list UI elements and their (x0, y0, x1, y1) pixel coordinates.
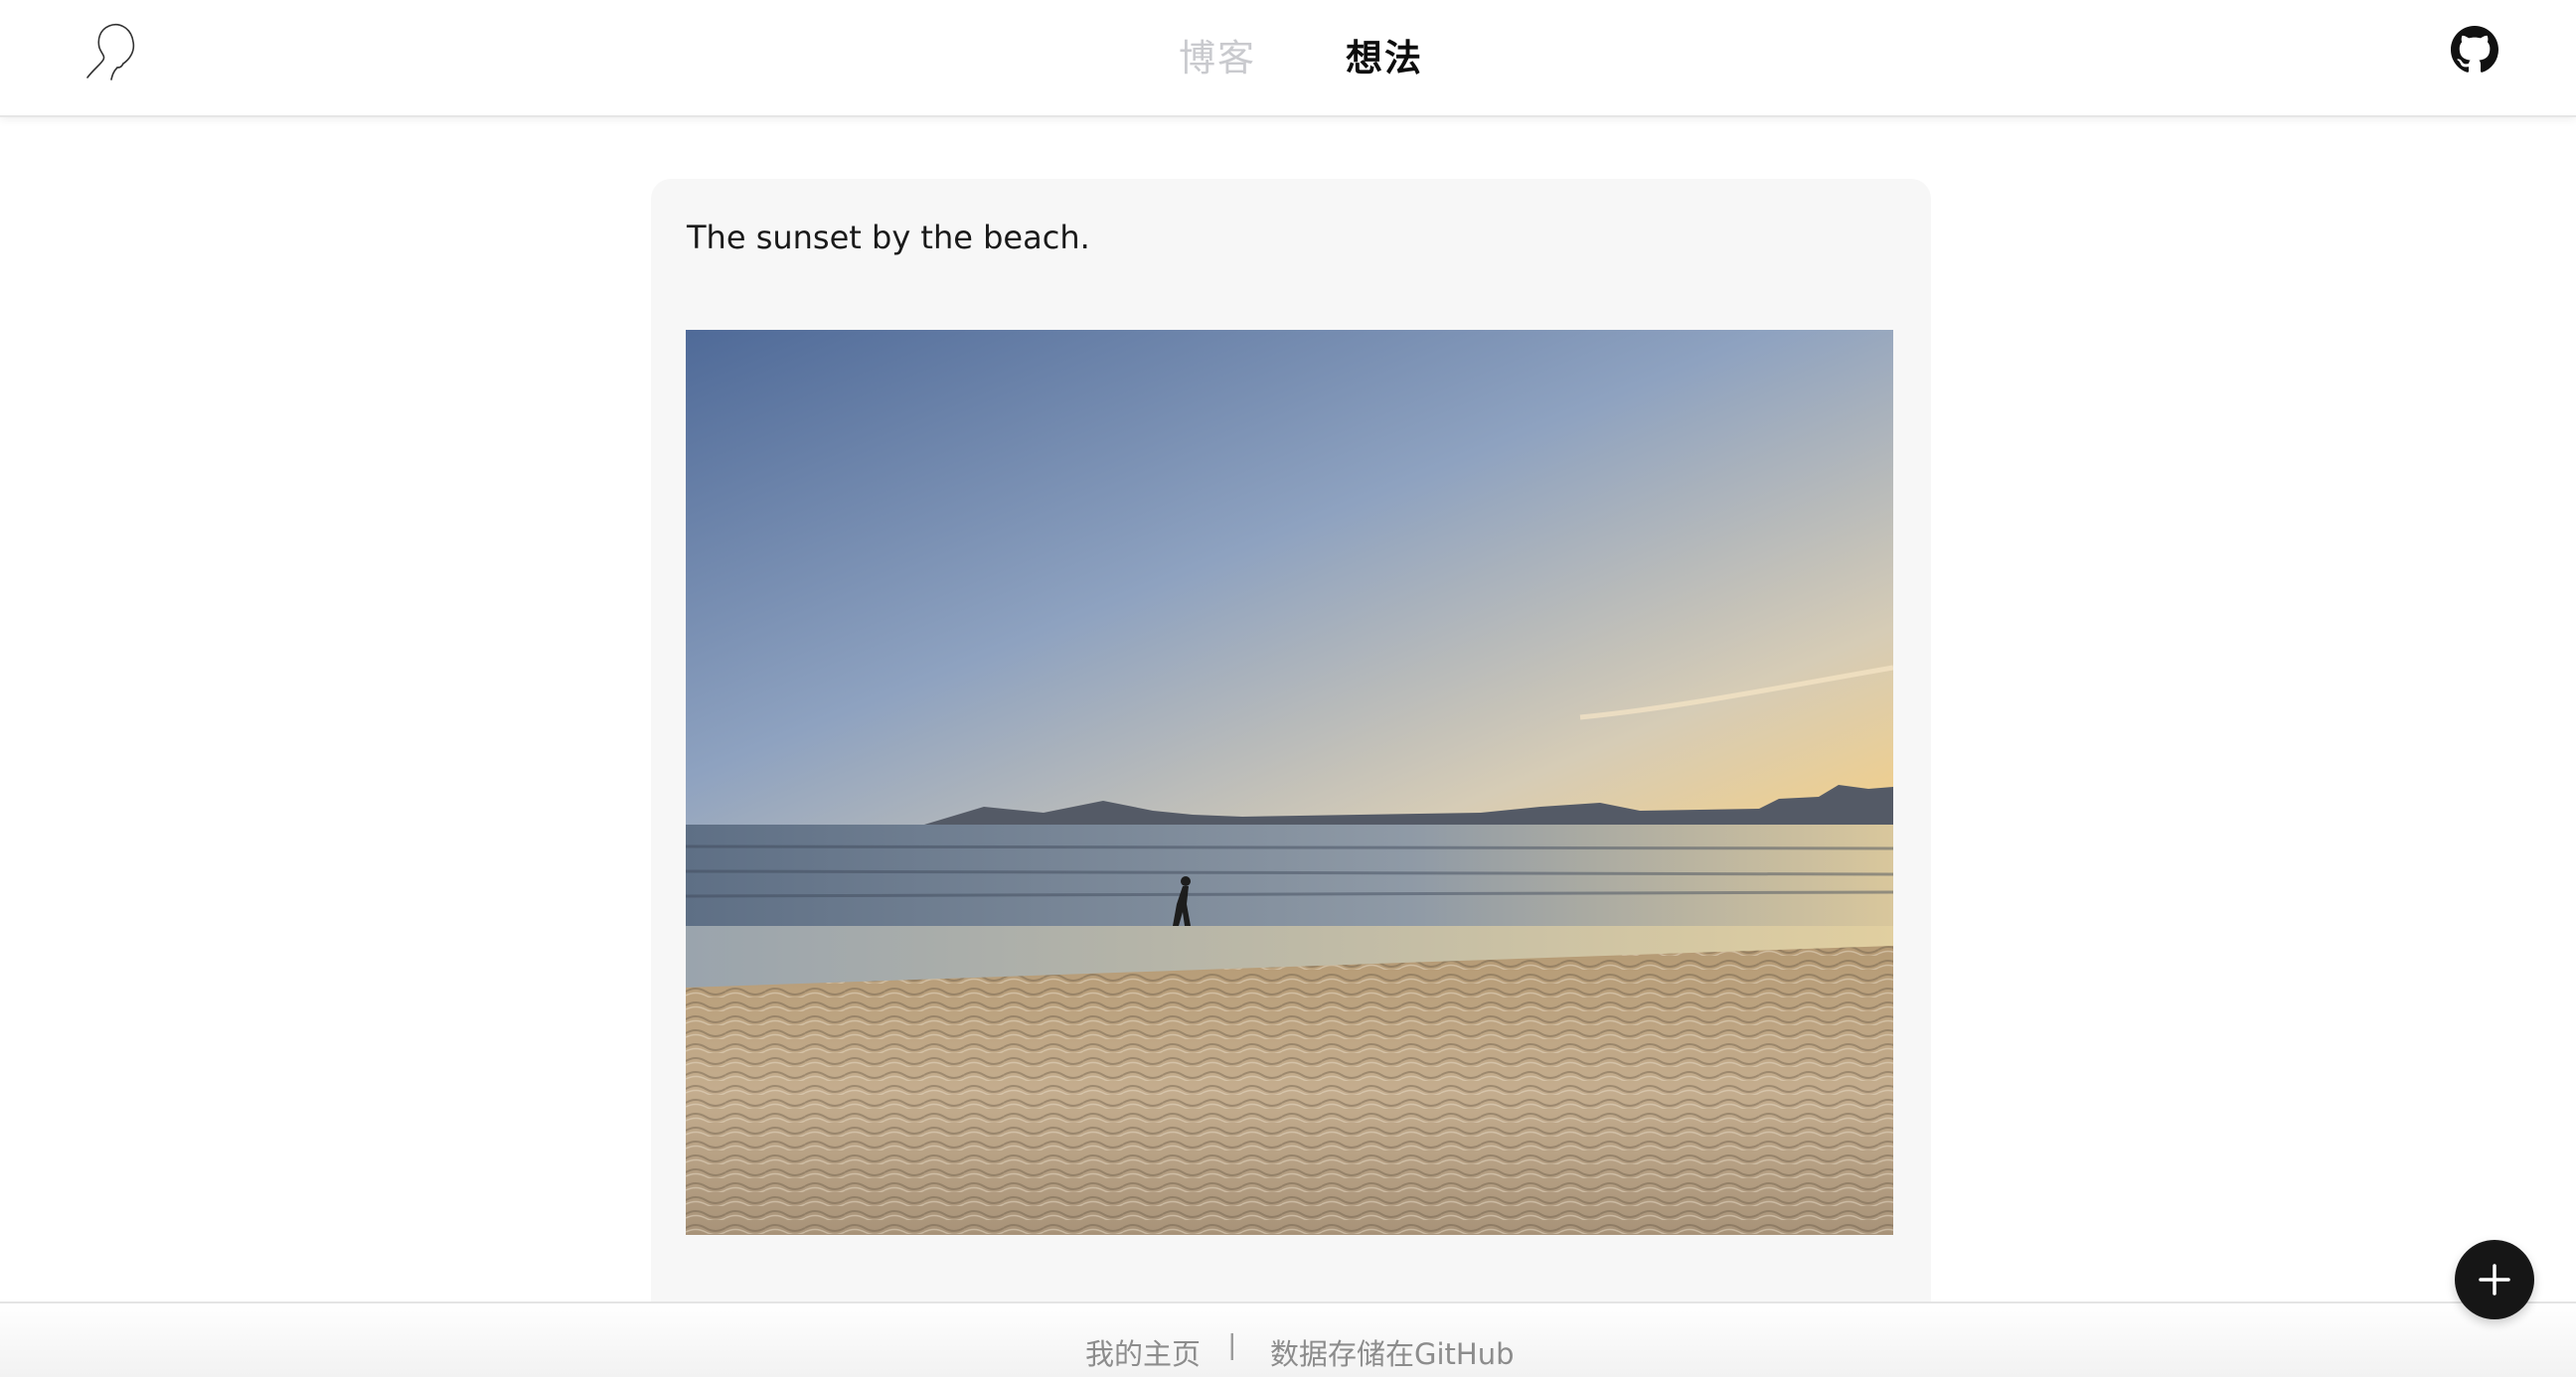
beach-sunset-photo[interactable] (686, 330, 1893, 1235)
main-tabs: 博客 想法 (0, 0, 2576, 117)
github-storage-link[interactable]: 数据存储在GitHub (1270, 1331, 1515, 1373)
add-thought-button[interactable] (2455, 1240, 2534, 1319)
post-text: The sunset by the beach. (687, 219, 1090, 256)
plus-icon (2479, 1264, 2510, 1296)
home-page-link[interactable]: 我的主页 (1085, 1331, 1201, 1373)
github-icon[interactable] (2451, 26, 2498, 74)
profile-head-line-icon[interactable] (83, 16, 145, 81)
post-card: The sunset by the beach. (651, 179, 1931, 1351)
site-footer: 我的主页 | 数据存储在GitHub (0, 1301, 2576, 1377)
top-nav-bar: 博客 想法 (0, 0, 2576, 117)
tab-blog[interactable]: 博客 (1179, 28, 1256, 81)
footer-separator: | (1228, 1329, 1236, 1361)
tab-thoughts[interactable]: 想法 (1346, 28, 1423, 81)
